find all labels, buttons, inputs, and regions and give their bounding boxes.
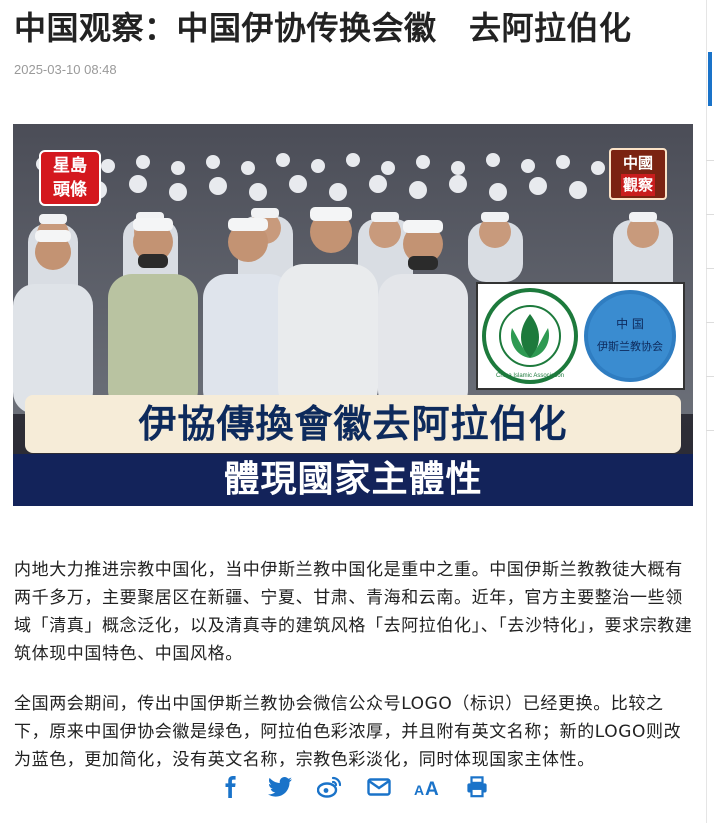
font-size-icon: A A <box>414 779 439 798</box>
hero-headline-banner: 伊協傳換會徽去阿拉伯化 <box>25 395 681 453</box>
paragraph: 全国两会期间，传出中国伊斯兰教协会微信公众号LOGO（标识）已经更换。比较之下，… <box>14 694 682 770</box>
scroll-progress-indicator <box>708 52 712 106</box>
column-badge-line2: 觀察 <box>620 174 655 196</box>
font-size-button[interactable]: A A <box>411 770 445 804</box>
rail-divider <box>706 322 714 323</box>
brand-logo: 星島 頭條 <box>39 150 101 206</box>
rail-divider <box>706 376 714 377</box>
page-scrollbar[interactable] <box>706 0 714 823</box>
paragraph: 内地大力推进宗教中国化，当中伊斯兰教中国化是重中之重。中国伊斯兰教教徒大概有两千… <box>14 560 693 664</box>
new-logo-line2: 伊斯兰教协会 <box>597 339 663 353</box>
old-logo-english-name: China Islamic Association <box>496 373 564 379</box>
twitter-icon <box>268 777 293 797</box>
logo-comparison-graphic: China Islamic Association 中 国 伊斯兰教协会 <box>482 288 676 384</box>
column-badge-line1: 中國 <box>622 154 653 172</box>
hero-image[interactable]: 星島 頭條 中國 觀察 China Islamic Association 中 … <box>13 124 693 506</box>
article-title: 中国观察：中国伊协传换会徽 去阿拉伯化 <box>14 9 632 47</box>
brand-logo-line2: 頭條 <box>53 180 87 200</box>
email-icon <box>366 778 391 796</box>
svg-text:A: A <box>425 779 439 798</box>
hero-subheadline-banner: 體現國家主體性 <box>13 454 693 506</box>
share-email-button[interactable] <box>362 770 396 804</box>
svg-text:A: A <box>414 782 424 798</box>
rail-divider <box>706 430 714 431</box>
facebook-icon <box>225 776 236 798</box>
article-body: 内地大力推进宗教中国化，当中伊斯兰教中国化是重中之重。中国伊斯兰教教徒大概有两千… <box>14 556 694 796</box>
brand-logo-line1: 星島 <box>53 156 87 176</box>
rail-divider <box>706 160 714 161</box>
weibo-icon <box>317 776 342 798</box>
rail-divider <box>706 268 714 269</box>
column-badge: 中國 觀察 <box>609 148 667 200</box>
share-weibo-button[interactable] <box>312 770 346 804</box>
share-facebook-button[interactable] <box>214 770 248 804</box>
print-icon <box>467 776 487 798</box>
share-toolbar: A A <box>204 768 504 806</box>
new-logo-line1: 中 国 <box>616 316 644 331</box>
article-date: 2025-03-10 08:48 <box>14 62 117 77</box>
association-logos: China Islamic Association 中 国 伊斯兰教协会 <box>476 282 685 390</box>
print-button[interactable] <box>460 770 494 804</box>
rail-divider <box>706 214 714 215</box>
share-twitter-button[interactable] <box>263 770 297 804</box>
